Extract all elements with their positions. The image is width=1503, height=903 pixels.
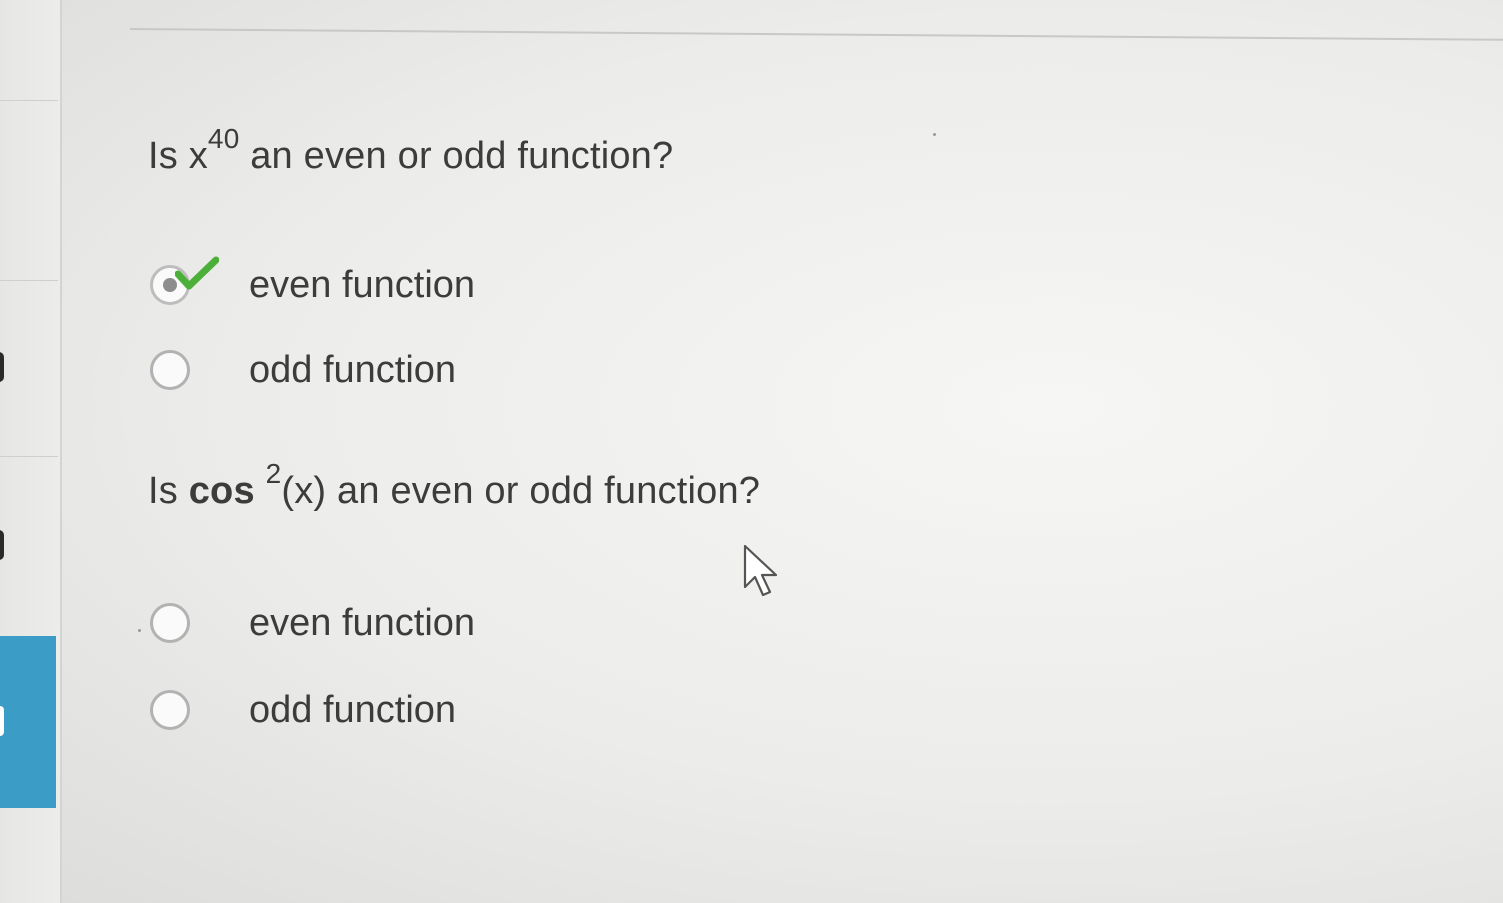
sidebar-item-marker[interactable] xyxy=(0,352,4,382)
q2-option-odd[interactable]: odd function xyxy=(150,685,456,735)
question-1-function: x xyxy=(188,135,208,177)
q1-option-even[interactable]: even function xyxy=(150,256,475,310)
option-label[interactable]: even function xyxy=(249,264,475,307)
radio-button[interactable] xyxy=(150,350,190,390)
option-label[interactable]: odd function xyxy=(249,689,456,732)
question-2-function: cos xyxy=(188,470,255,512)
question-1-exponent: 40 xyxy=(207,123,240,155)
question-1-suffix: an even or odd function? xyxy=(239,135,674,177)
question-1: Is x40 an even or odd function? xyxy=(148,125,674,178)
screen-speck xyxy=(138,629,141,632)
question-2: Is cos 2(x) an even or odd function? xyxy=(148,460,761,513)
radio-button[interactable] xyxy=(150,690,190,730)
radio-button[interactable] xyxy=(150,603,190,643)
sidebar xyxy=(0,0,62,903)
q2-option-even[interactable]: even function xyxy=(150,598,475,648)
option-label[interactable]: even function xyxy=(249,602,475,645)
question-1-prefix: Is xyxy=(148,135,189,177)
sidebar-item-active[interactable] xyxy=(0,636,56,808)
question-2-exponent: 2 xyxy=(265,458,282,490)
sidebar-item-marker[interactable] xyxy=(0,530,4,560)
sidebar-divider xyxy=(0,100,58,101)
screen-speck xyxy=(933,133,936,136)
check-icon xyxy=(175,256,219,290)
q1-option-odd[interactable]: odd function xyxy=(150,345,456,395)
sidebar-item-active-marker xyxy=(0,706,4,736)
sidebar-divider xyxy=(0,280,58,281)
question-2-prefix: Is xyxy=(148,470,189,512)
radio-button-checked[interactable] xyxy=(150,256,219,305)
sidebar-divider xyxy=(0,456,58,457)
cursor-icon xyxy=(743,544,778,597)
header-divider xyxy=(129,28,1503,41)
option-label[interactable]: odd function xyxy=(249,349,456,392)
question-2-suffix: (x) an even or odd function? xyxy=(281,470,761,512)
